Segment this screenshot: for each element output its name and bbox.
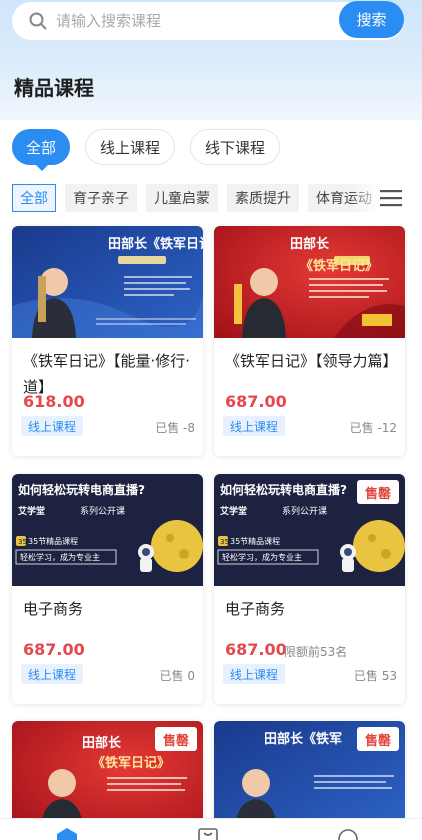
course-title: 电子商务 <box>225 600 286 618</box>
sold-count: 已售 -8 <box>155 421 195 435</box>
course-thumbnail: 田部长《铁军 售罄 <box>214 721 405 833</box>
course-type-tag: 线上课程 <box>21 416 84 436</box>
course-thumbnail: 35 如何轻松玩转电商直播? 艾学堂 系列公开课 35节精品课程 轻松学习，成为… <box>12 474 203 586</box>
course-card[interactable]: 田部长 《铁军日记》 《铁军日记》【领导力篇】 687.00 线上课程 已售 -… <box>214 226 405 456</box>
svg-text:35: 35 <box>18 538 27 546</box>
course-title: 电子商务 <box>23 600 84 618</box>
thumbnail-headline: 田部长《铁军 <box>264 731 342 747</box>
course-type-tag: 线上课程 <box>223 664 286 684</box>
thumbnail-headline: 田部长《铁军日记》 <box>108 236 203 252</box>
course-card[interactable]: 35 如何轻松玩转电商直播? 艾学堂 系列公开课 35节精品课程 轻松学习，成为… <box>12 474 203 704</box>
page-title: 精品课程 <box>14 76 94 100</box>
thumbnail-sub-2: 系列公开课 <box>282 505 327 517</box>
course-card[interactable]: 35 如何轻松玩转电商直播? 艾学堂 系列公开课 35节精品课程 轻松学习，成为… <box>214 474 405 704</box>
category-all[interactable]: 全部 <box>12 184 56 212</box>
sold-count: 已售 53 <box>353 669 397 683</box>
course-title: 《铁军日记》【领导力篇】 <box>225 352 398 370</box>
sold-count: 已售 -12 <box>349 421 397 435</box>
thumbnail-headline: 如何轻松玩转电商直播? <box>220 482 347 497</box>
course-price: 687.00 <box>23 640 85 659</box>
home-icon[interactable] <box>55 827 79 840</box>
bottom-navigation <box>0 818 422 840</box>
course-price: 618.00 <box>23 392 85 411</box>
thumbnail-headline: 田部长 <box>82 735 122 751</box>
category-early-education[interactable]: 儿童启蒙 <box>146 184 218 212</box>
shop-icon[interactable] <box>196 827 220 840</box>
thumbnail-headline-2: 《铁军日记》 <box>300 258 378 274</box>
search-button[interactable]: 搜索 <box>339 1 404 38</box>
thumbnail-line-1: 35节精品课程 <box>28 536 78 546</box>
price-note: 限额前53名 <box>284 645 348 659</box>
tab-online-courses[interactable]: 线上课程 <box>85 129 175 165</box>
thumbnail-line-2: 轻松学习，成为专业主 <box>20 552 100 562</box>
category-quality-improvement[interactable]: 素质提升 <box>227 184 299 212</box>
thumbnail-sub: 艾学堂 <box>220 505 247 517</box>
search-input[interactable] <box>56 2 336 40</box>
search-icon <box>29 12 47 30</box>
menu-icon[interactable] <box>380 188 402 208</box>
course-card[interactable]: 田部长《铁军日记》 《铁军日记》【能量·修行·道】 618.00 线上课程 已售… <box>12 226 203 456</box>
sold-out-badge: 售罄 <box>356 480 399 504</box>
thumbnail-line-2: 轻松学习，成为专业主 <box>222 552 302 562</box>
category-parenting[interactable]: 育子亲子 <box>65 184 137 212</box>
thumbnail-sub: 艾学堂 <box>18 505 45 517</box>
thumbnail-headline: 田部长 <box>290 236 330 252</box>
course-type-tag: 线上课程 <box>21 664 84 684</box>
course-price: 687.00 <box>225 640 287 659</box>
course-thumbnail: 田部长 《铁军日记》 <box>214 226 405 338</box>
tab-all[interactable]: 全部 <box>12 129 70 171</box>
course-thumbnail: 田部长《铁军日记》 <box>12 226 203 338</box>
sold-out-badge: 售罄 <box>154 727 197 751</box>
course-thumbnail: 35 如何轻松玩转电商直播? 艾学堂 系列公开课 35节精品课程 轻松学习，成为… <box>214 474 405 586</box>
svg-text:35: 35 <box>220 538 229 546</box>
course-thumbnail: 田部长 《铁军日记》 售罄 <box>12 721 203 833</box>
sold-count: 已售 0 <box>159 669 195 683</box>
course-type-tag: 线上课程 <box>223 416 286 436</box>
thumbnail-sub-2: 系列公开课 <box>80 505 125 517</box>
thumbnail-headline: 如何轻松玩转电商直播? <box>18 482 145 497</box>
tab-offline-courses[interactable]: 线下课程 <box>190 129 280 165</box>
thumbnail-line-1: 35节精品课程 <box>230 536 280 546</box>
thumbnail-headline-2: 《铁军日记》 <box>92 755 170 771</box>
course-price: 687.00 <box>225 392 287 411</box>
user-icon[interactable] <box>336 827 360 840</box>
sold-out-badge: 售罄 <box>356 727 399 751</box>
